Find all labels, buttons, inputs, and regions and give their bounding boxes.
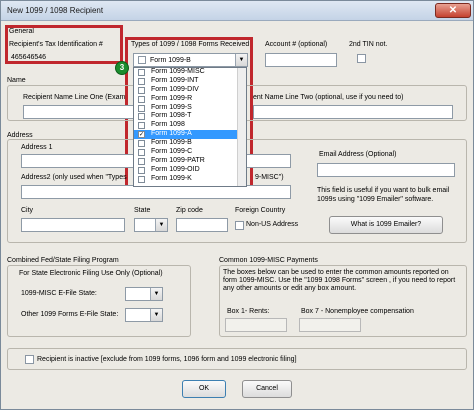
misc-payments-group-label: Common 1099-MISC Payments: [219, 257, 318, 264]
box1-label: Box 1- Rents:: [227, 308, 270, 315]
form-type-checkbox[interactable]: [138, 149, 145, 157]
address2-label: Address2 (only used when "Types: [21, 174, 127, 181]
forms-dropdown-item[interactable]: Form 1099-C: [134, 148, 246, 157]
emailer-button[interactable]: What is 1099 Emailer?: [329, 216, 443, 234]
chevron-down-icon[interactable]: ▼: [150, 309, 162, 321]
forms-dropdown-item-label: Form 1099-R: [151, 94, 193, 102]
forms-dropdown-item[interactable]: ✓ Form 1099-A: [134, 130, 246, 140]
forms-dropdown-item[interactable]: Form 1099-R: [134, 95, 246, 104]
box7-nonemployee-input[interactable]: [299, 318, 361, 332]
forms-dropdown-item-label: Form 1098-T: [151, 112, 192, 120]
forms-dropdown-item[interactable]: Form 1099-INT: [134, 77, 246, 86]
form-type-checkbox[interactable]: [138, 140, 145, 148]
inactive-label: Recipient is inactive [exclude from 1099…: [37, 356, 297, 363]
state-select[interactable]: ▼: [134, 218, 168, 232]
forms-dropdown-list[interactable]: Form 1099-MISC Form 1099-INT Form 1099-DIV…: [133, 67, 247, 187]
other-efile-state-select[interactable]: ▼: [125, 308, 163, 322]
window-title: New 1099 / 1098 Recipient: [7, 6, 104, 15]
misc-efile-state-select[interactable]: ▼: [125, 287, 163, 301]
misc-efile-state-label: 1099-MISC E-File State:: [21, 290, 97, 297]
forms-dropdown-item[interactable]: Form 1098-T: [134, 112, 246, 121]
non-us-checkbox[interactable]: [235, 221, 244, 230]
name-group-label: Name: [7, 77, 26, 84]
name-line-one-label: Recipient Name Line One (Exam: [23, 94, 126, 101]
name-line-two-label: ent Name Line Two (optional, use if you …: [253, 94, 404, 101]
forms-dropdown-item[interactable]: Form 1099-PATR: [134, 157, 246, 166]
address2-input[interactable]: [21, 185, 291, 199]
form-type-checkbox[interactable]: [138, 104, 145, 112]
misc-payments-description: The boxes below can be used to enter the…: [223, 269, 456, 292]
zip-label: Zip code: [176, 207, 203, 214]
forms-dropdown-item[interactable]: Form 1099-MISC: [134, 68, 246, 77]
form-type-checkbox[interactable]: ✓: [138, 131, 145, 139]
tax-id-highlight: [5, 25, 123, 64]
email-input[interactable]: [317, 163, 455, 177]
address1-label: Address 1: [21, 144, 53, 151]
step-badge: 3: [115, 61, 129, 75]
forms-dropdown-item-label: Form 1099-OID: [151, 165, 200, 173]
email-label: Email Address (Optional): [319, 151, 397, 158]
forms-dropdown-item-label: Form 1099-MISC: [151, 68, 205, 75]
recipient-dialog: New 1099 / 1098 Recipient ✕ General Reci…: [0, 0, 474, 410]
form-type-checkbox[interactable]: [138, 113, 145, 121]
state-filing-group-label: Combined Fed/State Filing Program: [7, 257, 119, 264]
name-line-two-input[interactable]: [253, 105, 453, 119]
close-button[interactable]: ✕: [435, 3, 471, 18]
zip-input[interactable]: [176, 218, 228, 232]
form-type-checkbox[interactable]: [138, 166, 145, 174]
foreign-country-label: Foreign Country: [235, 207, 286, 214]
forms-dropdown-scrollbar[interactable]: [237, 68, 246, 186]
second-tin-label: 2nd TIN not.: [349, 41, 388, 48]
form-type-checkbox[interactable]: [138, 122, 145, 130]
account-input[interactable]: [265, 53, 337, 67]
address-group-label: Address: [7, 132, 33, 139]
forms-dropdown-item-label: Form 1099-PATR: [151, 156, 205, 164]
account-label: Account # (optional): [265, 41, 328, 48]
forms-dropdown-item[interactable]: Form 1098: [134, 121, 246, 130]
state-label: State: [134, 207, 151, 214]
form-type-checkbox[interactable]: [138, 86, 145, 94]
box7-label: Box 7 - Nonemployee compensation: [301, 308, 414, 315]
forms-dropdown-item-label: Form 1098: [151, 121, 185, 129]
city-input[interactable]: [21, 218, 125, 232]
forms-dropdown-item[interactable]: Form 1099-B: [134, 139, 246, 148]
forms-dropdown-item-label: Form 1099-K: [151, 174, 192, 182]
forms-dropdown-item-label: Form 1099-C: [151, 148, 193, 156]
second-tin-checkbox[interactable]: [357, 54, 366, 63]
address2-label-suffix: 9-MISC"): [255, 174, 284, 181]
forms-dropdown-item-label: Form 1099-A: [151, 130, 192, 138]
other-efile-state-label: Other 1099 Forms E-File State:: [21, 311, 119, 318]
forms-dropdown-item[interactable]: Form 1099-DIV: [134, 86, 246, 95]
inactive-checkbox[interactable]: [25, 355, 34, 364]
form-type-checkbox[interactable]: [138, 95, 145, 103]
ok-button[interactable]: OK: [182, 380, 226, 398]
form-type-checkbox[interactable]: [138, 175, 145, 183]
state-filing-subtitle: For State Electronic Filing Use Only (Op…: [19, 270, 163, 277]
forms-dropdown-item-label: Form 1099-S: [151, 103, 192, 111]
chevron-down-icon[interactable]: ▼: [155, 219, 167, 231]
non-us-label: Non-US Address: [246, 221, 299, 228]
forms-dropdown-item[interactable]: Form 1099-S: [134, 104, 246, 113]
forms-dropdown-item[interactable]: Form 1099-OID: [134, 166, 246, 175]
form-type-checkbox[interactable]: [138, 77, 145, 85]
forms-dropdown-item[interactable]: Form 1099-K: [134, 175, 246, 184]
form-type-checkbox[interactable]: [138, 69, 145, 76]
form-type-checkbox[interactable]: [138, 157, 145, 165]
box1-rents-input[interactable]: [225, 318, 287, 332]
cancel-button[interactable]: Cancel: [242, 380, 292, 398]
email-help-text: This field is useful if you want to bulk…: [317, 187, 450, 203]
forms-dropdown-item-label: Form 1099-INT: [151, 76, 199, 84]
forms-dropdown-item-label: Form 1099-DIV: [151, 85, 199, 93]
forms-dropdown-item-label: Form 1099-B: [151, 139, 192, 147]
city-label: City: [21, 207, 34, 214]
title-bar: New 1099 / 1098 Recipient ✕: [1, 1, 473, 21]
chevron-down-icon[interactable]: ▼: [150, 288, 162, 300]
